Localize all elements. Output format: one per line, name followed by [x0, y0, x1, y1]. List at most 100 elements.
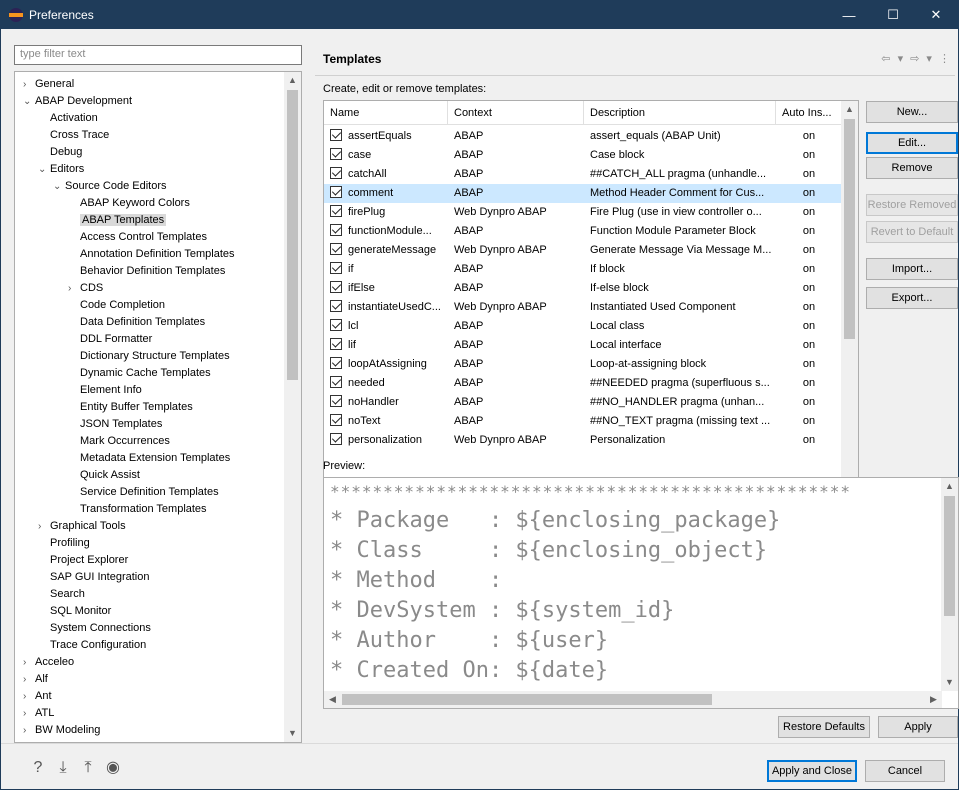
table-row[interactable]: noText ABAP ##NO_TEXT pragma (missing text… — [324, 412, 842, 431]
remove-button[interactable]: Remove — [866, 157, 958, 179]
table-row[interactable]: needed ABAP ##NEEDED pragma (superfluous s… — [324, 374, 842, 393]
tree-item[interactable]: › BW Modeling — [23, 722, 100, 739]
tree-item[interactable]: System Connections — [38, 620, 151, 637]
tree-item[interactable]: ⌄ ABAP Development — [23, 93, 132, 110]
history-nav-icons[interactable]: ⇦ ▾ ⇨ ▾ ⋮ — [881, 52, 952, 65]
tree-item[interactable]: ABAP Keyword Colors — [68, 195, 190, 212]
tree-item[interactable]: SAP GUI Integration — [38, 569, 149, 586]
maximize-button[interactable]: ☐ — [871, 1, 915, 29]
tree-item[interactable]: Profiling — [38, 535, 90, 552]
scroll-down-icon[interactable]: ▼ — [284, 725, 301, 742]
cancel-button[interactable]: Cancel — [865, 760, 945, 782]
table-scroll-thumb[interactable] — [844, 119, 855, 339]
tree-item[interactable]: Project Explorer — [38, 552, 128, 569]
tree-item[interactable]: › Acceleo — [23, 654, 74, 671]
preview-pane[interactable]: ****************************************… — [323, 477, 959, 709]
tree-vertical-scrollbar[interactable]: ▲ ▼ — [284, 72, 301, 742]
export-button[interactable]: Export... — [866, 287, 958, 309]
table-row[interactable]: catchAll ABAP ##CATCH_ALL pragma (unhandle… — [324, 165, 842, 184]
import-button[interactable]: Import... — [866, 258, 958, 280]
tree-item[interactable]: Activation — [38, 110, 98, 127]
tree-item[interactable]: › Graphical Tools — [38, 518, 126, 535]
tree-scroll-thumb[interactable] — [287, 90, 298, 380]
tree-item[interactable]: Annotation Definition Templates — [68, 246, 235, 263]
table-row[interactable]: lcl ABAP Local class on — [324, 317, 842, 336]
chevron-right-icon[interactable]: › — [38, 518, 50, 535]
tree-item[interactable]: Dictionary Structure Templates — [68, 348, 230, 365]
tree-item[interactable]: › Alf — [23, 671, 48, 688]
chevron-right-icon[interactable]: › — [68, 280, 80, 297]
filter-input[interactable]: type filter text — [14, 45, 302, 65]
close-button[interactable]: ✕ — [914, 1, 958, 29]
table-row[interactable]: noHandler ABAP ##NO_HANDLER pragma (unhan.… — [324, 393, 842, 412]
tree-item[interactable]: Element Info — [68, 382, 142, 399]
table-row[interactable]: ifElse ABAP If-else block on — [324, 279, 842, 298]
preview-horizontal-scrollbar[interactable]: ◀ ▶ — [324, 691, 942, 708]
enabled-checkbox[interactable] — [330, 319, 342, 331]
scroll-left-icon[interactable]: ◀ — [324, 691, 341, 708]
apply-button[interactable]: Apply — [878, 716, 958, 738]
enabled-checkbox[interactable] — [330, 262, 342, 274]
tree-item[interactable]: Search — [38, 586, 85, 603]
table-row[interactable]: personalization Web Dynpro ABAP Personaliz… — [324, 431, 842, 450]
chevron-right-icon[interactable]: › — [23, 654, 35, 671]
tree-item[interactable]: › CDS — [68, 280, 103, 297]
restore-defaults-button[interactable]: Restore Defaults — [778, 716, 870, 738]
enabled-checkbox[interactable] — [330, 414, 342, 426]
enabled-checkbox[interactable] — [330, 205, 342, 217]
enabled-checkbox[interactable] — [330, 300, 342, 312]
edit-button[interactable]: Edit... — [866, 132, 958, 154]
table-row[interactable]: comment ABAP Method Header Comment for Cus… — [324, 184, 842, 203]
chevron-right-icon[interactable]: › — [23, 76, 35, 93]
tree-item[interactable]: Entity Buffer Templates — [68, 399, 193, 416]
title-bar[interactable]: Preferences — ☐ ✕ — [1, 1, 958, 29]
preview-vertical-scrollbar[interactable]: ▲ ▼ — [941, 478, 958, 691]
help-icon[interactable]: ? — [29, 759, 47, 777]
tree-item[interactable]: Behavior Definition Templates — [68, 263, 225, 280]
enabled-checkbox[interactable] — [330, 186, 342, 198]
chevron-right-icon[interactable]: › — [23, 722, 35, 739]
tree-item[interactable]: Service Definition Templates — [68, 484, 219, 501]
templates-table[interactable]: Name Context Description Auto Ins... ass… — [323, 100, 859, 500]
column-header-name[interactable]: Name — [324, 101, 448, 125]
enabled-checkbox[interactable] — [330, 129, 342, 141]
scroll-down-icon[interactable]: ▼ — [941, 674, 958, 691]
minimize-button[interactable]: — — [827, 1, 871, 29]
table-row[interactable]: loopAtAssigning ABAP Loop-at-assigning blo… — [324, 355, 842, 374]
enabled-checkbox[interactable] — [330, 148, 342, 160]
tree-item[interactable]: Transformation Templates — [68, 501, 207, 518]
enabled-checkbox[interactable] — [330, 224, 342, 236]
enabled-checkbox[interactable] — [330, 167, 342, 179]
preview-hscroll-thumb[interactable] — [342, 694, 712, 705]
tree-item[interactable]: Dynamic Cache Templates — [68, 365, 211, 382]
tree-item[interactable]: ⌄ Editors — [38, 161, 84, 178]
tree-item[interactable]: Access Control Templates — [68, 229, 207, 246]
table-row[interactable]: generateMessage Web Dynpro ABAP Generate M… — [324, 241, 842, 260]
tree-item[interactable]: › ATL — [23, 705, 54, 722]
table-row[interactable]: firePlug Web Dynpro ABAP Fire Plug (use in… — [324, 203, 842, 222]
preview-vscroll-thumb[interactable] — [944, 496, 955, 616]
enabled-checkbox[interactable] — [330, 281, 342, 293]
chevron-down-icon[interactable]: ⌄ — [38, 161, 50, 178]
tree-item[interactable]: › General — [23, 76, 74, 93]
scroll-up-icon[interactable]: ▲ — [941, 478, 958, 495]
revert-to-default-button[interactable]: Revert to Default — [866, 221, 958, 243]
table-row[interactable]: lif ABAP Local interface on — [324, 336, 842, 355]
chevron-down-icon[interactable]: ⌄ — [53, 178, 65, 195]
tree-item[interactable]: Metadata Extension Templates — [68, 450, 230, 467]
oomph-icon[interactable]: ◉ — [104, 759, 122, 777]
scroll-right-icon[interactable]: ▶ — [925, 691, 942, 708]
preference-tree[interactable]: › General ⌄ ABAP Development Activation Cross… — [14, 71, 302, 743]
enabled-checkbox[interactable] — [330, 357, 342, 369]
table-row[interactable]: case ABAP Case block on — [324, 146, 842, 165]
new-button[interactable]: New... — [866, 101, 958, 123]
enabled-checkbox[interactable] — [330, 376, 342, 388]
column-header-auto-insert[interactable]: Auto Ins... — [776, 101, 842, 125]
export-icon[interactable]: ⤒ — [79, 759, 97, 777]
apply-and-close-button[interactable]: Apply and Close — [767, 760, 857, 782]
import-icon[interactable]: ⤓ — [54, 759, 72, 777]
tree-item[interactable]: Cross Trace — [38, 127, 109, 144]
tree-item[interactable]: ⌄ Source Code Editors — [53, 178, 167, 195]
enabled-checkbox[interactable] — [330, 243, 342, 255]
table-row[interactable]: assertEquals ABAP assert_equals (ABAP Unit… — [324, 127, 842, 146]
